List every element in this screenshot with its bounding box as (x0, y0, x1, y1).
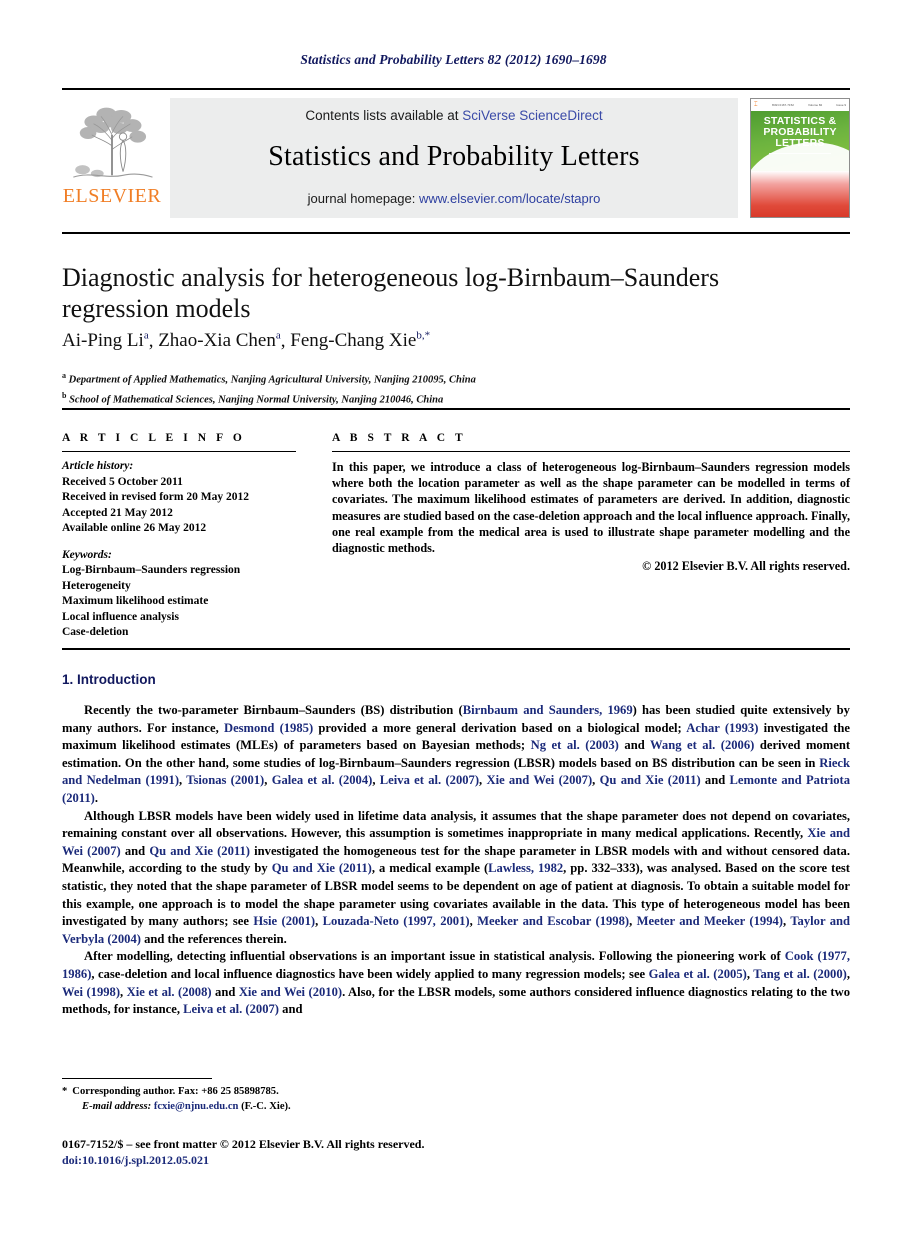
paragraph: After modelling, detecting influential o… (62, 948, 850, 1018)
keywords-label: Keywords: (62, 548, 112, 561)
email-label: E-mail address: (82, 1101, 152, 1112)
journal-title: Statistics and Probability Letters (268, 141, 640, 172)
history-item: Accepted 21 May 2012 (62, 506, 173, 519)
cover-volume: Volume 82 (808, 103, 823, 107)
history-item: Received in revised form 20 May 2012 (62, 491, 249, 503)
author-1-name: Ai-Ping Li (62, 330, 144, 352)
cover-header-strip: ⌶ ISSN 0167-7152 Volume 82 Issue 9 (751, 99, 849, 111)
elsevier-tree-icon (73, 107, 153, 178)
journal-homepage-line: journal homepage: www.elsevier.com/locat… (308, 191, 601, 206)
cover-subtitle-rule (769, 153, 831, 158)
author-2: Zhao-Xia Chena (158, 330, 281, 351)
abstract-text: In this paper, we introduce a class of h… (332, 460, 850, 556)
elsevier-logo-block: ELSEVIER (62, 98, 162, 206)
author-list: Ai-Ping Lia, Zhao-Xia Chena, Feng-Chang … (62, 330, 431, 352)
affiliation-b-text: School of Mathematical Sciences, Nanjing… (69, 394, 444, 405)
keyword-item: Case-deletion (62, 626, 129, 638)
corresponding-author-note: * Corresponding author. Fax: +86 25 85898… (62, 1084, 562, 1099)
affiliation-list: a Department of Applied Mathematics, Nan… (62, 368, 850, 407)
cover-elsevier-mark: ⌶ (754, 101, 758, 108)
affiliation-b-mark: b (62, 390, 67, 400)
imprint-line: 0167-7152/$ – see front matter © 2012 El… (62, 1137, 425, 1151)
article-history-label: Article history: (62, 460, 134, 472)
keyword-item: Maximum likelihood estimate (62, 595, 209, 607)
article-info-heading: A R T I C L E I N F O (62, 432, 246, 444)
corresponding-author-text: Corresponding author. Fax: +86 25 858987… (72, 1086, 279, 1097)
email-link[interactable]: fcxie@njnu.edu.cn (154, 1101, 239, 1112)
abstract-column: A B S T R A C T In this paper, we introd… (332, 432, 850, 649)
sciencedirect-link[interactable]: SciVerse ScienceDirect (462, 108, 602, 123)
abstract-rule (332, 451, 850, 452)
journal-cover-thumbnail: ⌶ ISSN 0167-7152 Volume 82 Issue 9 STATI… (750, 98, 850, 218)
section-heading-introduction: 1. Introduction (62, 672, 156, 687)
abstract-heading: A B S T R A C T (332, 432, 467, 444)
article-info-rule (62, 451, 296, 452)
info-abstract-divider (62, 408, 850, 410)
journal-masthead: ELSEVIER Contents lists available at Sci… (62, 88, 850, 218)
paragraph-text: After modelling, detecting influential o… (62, 949, 851, 1017)
keyword-item: Heterogeneity (62, 579, 131, 592)
keyword-item: Local influence analysis (62, 610, 179, 623)
email-note: E-mail address: fcxie@njnu.edu.cn (F.-C.… (62, 1099, 562, 1114)
affiliation-a-mark: a (62, 371, 66, 380)
elsevier-wordmark: ELSEVIER (62, 185, 162, 207)
corresponding-author-marker: * (62, 1086, 68, 1097)
body-divider (62, 648, 850, 650)
abstract-copyright: © 2012 Elsevier B.V. All rights reserved… (642, 559, 850, 574)
journal-band: Contents lists available at SciVerse Sci… (170, 98, 738, 218)
page-title: Diagnostic analysis for heterogeneous lo… (62, 263, 720, 323)
paragraph: Although LBSR models have been widely us… (62, 808, 850, 949)
paragraph-text: Recently the two-parameter Birnbaum–Saun… (62, 703, 851, 805)
contents-prefix: Contents lists available at (305, 108, 463, 123)
info-abstract-columns: A R T I C L E I N F O Article history: R… (62, 432, 850, 649)
introduction-body: Recently the two-parameter Birnbaum–Saun… (62, 702, 850, 1019)
footnote-divider (62, 1078, 212, 1079)
imprint-block: 0167-7152/$ – see front matter © 2012 El… (62, 1136, 662, 1168)
title-divider (62, 232, 850, 234)
affiliation-a-text: Department of Applied Mathematics, Nanji… (68, 374, 476, 386)
running-head: Statistics and Probability Letters 82 (2… (300, 52, 607, 67)
homepage-prefix: journal homepage: (307, 191, 419, 206)
author-2-affiliation-mark: a (275, 330, 281, 342)
history-item: Received 5 October 2011 (62, 475, 183, 488)
doi-line: doi:10.1016/j.spl.2012.05.021 (62, 1152, 662, 1168)
author-2-name: Zhao-Xia Chen (158, 330, 276, 352)
paragraph-text: Although LBSR models have been widely us… (62, 808, 851, 946)
affiliation-b: b School of Mathematical Sciences, Nanji… (62, 388, 850, 408)
keyword-item: Log-Birnbaum–Saunders regression (62, 564, 241, 576)
cover-title-line-3: LETTERS (775, 137, 825, 149)
cover-issue: Issue 9 (836, 103, 846, 107)
affiliation-a: a Department of Applied Mathematics, Nan… (62, 368, 850, 388)
author-3-affiliation-mark: b,* (416, 330, 431, 342)
journal-article-page: Statistics and Probability Letters 82 (2… (0, 0, 907, 1238)
doi-value[interactable]: 10.1016/j.spl.2012.05.021 (82, 1153, 209, 1167)
author-1: Ai-Ping Lia (62, 330, 149, 351)
footnote-block: * Corresponding author. Fax: +86 25 85898… (62, 1084, 562, 1114)
email-suffix: (F.-C. Xie). (241, 1101, 291, 1112)
contents-available-line: Contents lists available at SciVerse Sci… (305, 108, 602, 123)
author-3: Feng-Chang Xieb,* (290, 330, 430, 351)
cover-red-area (751, 171, 849, 217)
journal-homepage-link[interactable]: www.elsevier.com/locate/stapro (419, 191, 600, 206)
doi-label: doi: (62, 1153, 83, 1167)
author-1-affiliation-mark: a (143, 330, 149, 342)
history-item: Available online 26 May 2012 (62, 522, 207, 534)
paragraph: Recently the two-parameter Birnbaum–Saun… (62, 702, 850, 808)
cover-issn: ISSN 0167-7152 (771, 103, 794, 107)
cover-title: STATISTICS & PROBABILITY LETTERS (751, 116, 849, 149)
article-info-column: A R T I C L E I N F O Article history: R… (62, 432, 296, 649)
author-3-name: Feng-Chang Xie (290, 330, 417, 352)
